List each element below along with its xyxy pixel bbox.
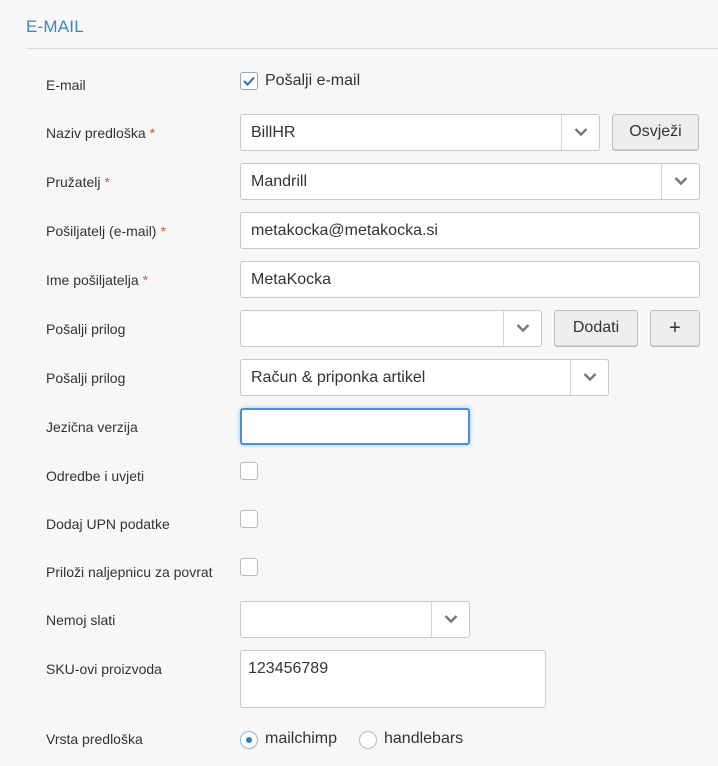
do-not-send-label: Nemoj slati — [46, 612, 116, 628]
sku-label: SKU-ovi proizvoda — [46, 661, 162, 677]
chevron-down-icon — [444, 615, 458, 624]
template-type-label: Vrsta predloška — [46, 731, 143, 747]
section-divider — [26, 48, 718, 49]
sender-email-label: Pošiljatelj (e-mail) * — [46, 223, 166, 239]
provider-label: Pružatelj * — [46, 174, 110, 190]
chevron-down-icon — [574, 128, 588, 137]
return-label-checkbox[interactable] — [240, 558, 258, 576]
email-label: E-mail — [46, 77, 86, 93]
language-input[interactable] — [240, 408, 470, 445]
upn-checkbox[interactable] — [240, 510, 258, 528]
required-mark: * — [142, 272, 149, 288]
attachment-select[interactable] — [240, 310, 542, 347]
section-title: E-MAIL — [26, 17, 84, 36]
template-name-select[interactable]: BillHR — [240, 114, 600, 151]
required-mark: * — [160, 223, 166, 239]
template-name-label: Naziv predloška * — [46, 125, 156, 141]
chevron-down-icon — [674, 177, 688, 186]
radio-handlebars[interactable] — [359, 731, 377, 749]
language-label: Jezična verzija — [46, 419, 138, 435]
attachment-select-2[interactable]: Račun & priponka artikel — [240, 359, 609, 396]
sku-textarea[interactable]: 123456789 — [240, 650, 546, 708]
add-attachment-button[interactable]: Dodati — [554, 310, 638, 347]
radio-handlebars-label: handlebars — [384, 730, 464, 747]
attachment-label: Pošalji prilog — [46, 321, 126, 337]
sender-name-input[interactable]: MetaKocka — [240, 261, 700, 298]
send-email-checkbox[interactable] — [240, 72, 258, 90]
chevron-down-icon — [583, 373, 597, 382]
radio-selected-dot — [246, 737, 252, 743]
upn-label: Dodaj UPN podatke — [46, 516, 170, 532]
refresh-button[interactable]: Osvježi — [612, 114, 699, 151]
radio-mailchimp[interactable] — [240, 731, 258, 749]
required-mark: * — [149, 125, 156, 141]
terms-label: Odredbe i uvjeti — [46, 468, 145, 484]
chevron-down-icon — [516, 324, 530, 333]
attachment-label-2: Pošalji prilog — [46, 370, 126, 386]
required-mark: * — [104, 174, 110, 190]
checkmark-icon — [243, 76, 255, 86]
return-label-label: Priloži naljepnicu za povrat — [46, 564, 213, 580]
sender-name-label: Ime pošiljatelja * — [46, 272, 149, 288]
send-email-label: Pošalji e-mail — [265, 72, 361, 89]
provider-select[interactable]: Mandrill — [240, 163, 700, 200]
radio-mailchimp-label: mailchimp — [265, 730, 338, 747]
do-not-send-select[interactable] — [240, 601, 470, 638]
sender-email-input[interactable]: metakocka@metakocka.si — [240, 212, 700, 249]
terms-checkbox[interactable] — [240, 462, 258, 480]
plus-button[interactable]: + — [650, 310, 700, 347]
